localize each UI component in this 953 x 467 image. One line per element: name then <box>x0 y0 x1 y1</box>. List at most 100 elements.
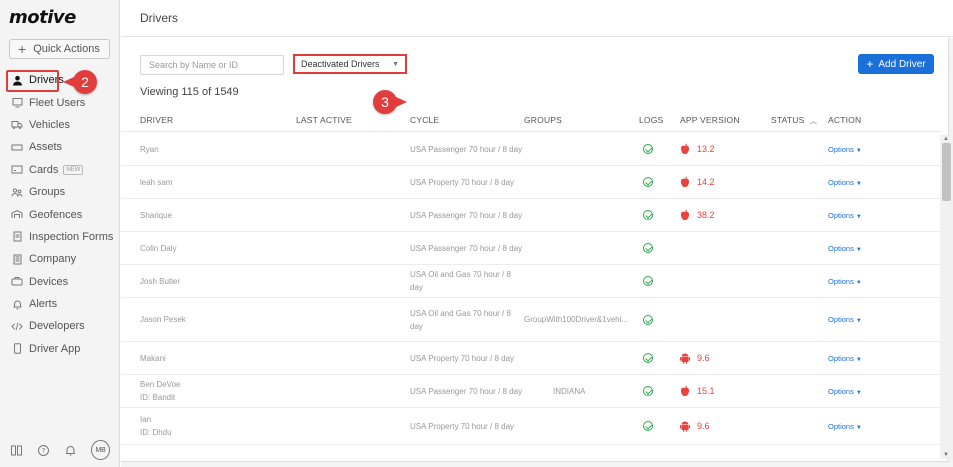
cycle-cell: USA Passenger 70 hour / 8 day <box>410 199 522 231</box>
driver-name[interactable]: Makani <box>140 354 166 363</box>
driver-name[interactable]: leah sam <box>140 178 172 187</box>
driver-name[interactable]: Colin Daly <box>140 244 176 253</box>
logs-cell <box>643 199 653 231</box>
driver-name[interactable]: Jason Pesek <box>140 315 186 324</box>
sidebar-item-geofences[interactable]: Geofences <box>0 203 120 225</box>
chevron-up-icon: ︿ <box>810 118 818 125</box>
column-logs[interactable]: LOGS <box>639 115 663 125</box>
options-dropdown[interactable]: Options ▼ <box>828 178 862 187</box>
options-label: Options <box>828 243 854 253</box>
table-row[interactable]: Ben DeVoe ID: Bandit USA Passenger 70 hour… <box>121 375 941 408</box>
column-last-active[interactable]: LAST ACTIVE <box>296 115 352 125</box>
sidebar-item-label: Inspection Forms <box>29 230 114 243</box>
table-body: Ryan USA Passenger 70 hour / 8 day 13.2 Opt… <box>121 133 941 445</box>
sidebar-item-developers[interactable]: Developers <box>0 315 120 337</box>
driver-name[interactable]: Ryan <box>140 145 159 154</box>
app-version-text: 38.2 <box>697 210 715 220</box>
table-row[interactable]: Makani USA Property 70 hour / 8 day 9.6 Opt… <box>121 342 941 375</box>
sidebar-item-inspection-forms[interactable]: Inspection Forms <box>0 226 120 248</box>
sidebar-item-alerts[interactable]: Alerts <box>0 293 120 315</box>
cycle-cell: USA Property 70 hour / 8 day <box>410 166 514 198</box>
table-row[interactable]: Ryan USA Passenger 70 hour / 8 day 13.2 Opt… <box>121 133 941 166</box>
app-version-text: 9.6 <box>697 421 710 431</box>
column-groups[interactable]: GROUPS <box>524 115 562 125</box>
sidebar-item-cards[interactable]: Cards NEW <box>0 159 120 181</box>
sidebar-item-company[interactable]: Company <box>0 248 120 270</box>
sidebar-item-label: Devices <box>29 275 69 288</box>
sidebar-item-groups[interactable]: Groups <box>0 181 120 203</box>
avatar-initials: MB <box>95 446 106 454</box>
caret-down-icon: ▼ <box>855 213 862 220</box>
check-circle-icon <box>643 421 653 431</box>
check-circle-icon <box>643 210 653 220</box>
sidebar-item-devices[interactable]: Devices <box>0 271 120 293</box>
column-driver[interactable]: DRIVER <box>140 115 173 125</box>
table-row[interactable]: Colin Daly USA Passenger 70 hour / 8 day O… <box>121 232 941 265</box>
table-row[interactable]: Sharique USA Passenger 70 hour / 8 day 38.… <box>121 199 941 232</box>
action-cell: Options ▼ <box>828 199 862 231</box>
motive-logo[interactable]: motive <box>9 7 76 28</box>
sidebar-item-label: Cards <box>29 163 59 176</box>
scroll-down-icon[interactable]: ▼ <box>943 452 949 458</box>
notifications-bell-icon[interactable] <box>64 443 77 457</box>
options-label: Options <box>828 276 854 286</box>
new-badge: NEW <box>63 164 84 175</box>
add-driver-button[interactable]: + Add Driver <box>858 54 934 74</box>
driver-cell: Colin Daly <box>140 232 176 264</box>
app-version-text: 13.2 <box>697 144 715 154</box>
app-version-cell: 9.6 <box>680 408 710 444</box>
card-icon <box>11 164 23 176</box>
code-icon <box>11 320 23 332</box>
options-dropdown[interactable]: Options ▼ <box>828 145 862 154</box>
column-app-version[interactable]: APP VERSION <box>680 115 740 125</box>
options-dropdown[interactable]: Options ▼ <box>828 211 862 220</box>
options-dropdown[interactable]: Options ▼ <box>828 277 862 286</box>
cycle-text-cont: day <box>410 283 423 292</box>
android-icon <box>680 420 690 432</box>
table-row[interactable]: leah sam USA Property 70 hour / 8 day 14.2… <box>121 166 941 199</box>
driver-name[interactable]: Ian <box>140 413 151 426</box>
logo-text: motive <box>9 7 76 28</box>
column-cycle[interactable]: CYCLE <box>410 115 439 125</box>
groups-cell: INDIANA <box>553 375 585 407</box>
cycle-cell: USA Passenger 70 hour / 8 day <box>410 232 522 264</box>
cycle-text: USA Property 70 hour / 8 day <box>410 353 515 363</box>
app-version-cell: 13.2 <box>680 133 715 165</box>
table-row[interactable]: Ian ID: Dhdu USA Property 70 hour / 8 day 9… <box>121 408 941 445</box>
sidebar-item-vehicles[interactable]: Vehicles <box>0 114 120 136</box>
table-row[interactable]: Josh Butler USA Oil and Gas 70 hour / 8 da… <box>121 265 941 298</box>
driver-name[interactable]: Ben DeVoe <box>140 378 180 391</box>
sidebar-item-driver-app[interactable]: Driver App <box>0 338 120 360</box>
sidebar-item-fleet-users[interactable]: Fleet Users <box>0 91 120 113</box>
android-icon <box>680 352 690 364</box>
column-status[interactable]: STATUS ︿ <box>771 115 817 126</box>
sidebar-item-assets[interactable]: Assets <box>0 136 120 158</box>
check-circle-icon <box>643 144 653 154</box>
driver-name[interactable]: Sharique <box>140 211 172 220</box>
quick-actions-button[interactable]: + Quick Actions <box>9 39 110 59</box>
form-icon <box>11 231 23 243</box>
cycle-cell: USA Oil and Gas 70 hour / 8 day <box>410 265 511 297</box>
avatar[interactable]: MB <box>91 440 110 460</box>
svg-text:?: ? <box>42 447 46 455</box>
book-icon[interactable] <box>10 443 23 457</box>
options-dropdown[interactable]: Options ▼ <box>828 422 862 431</box>
column-action[interactable]: ACTION <box>828 115 861 125</box>
action-cell: Options ▼ <box>828 298 862 341</box>
table-row[interactable]: Jason Pesek USA Oil and Gas 70 hour / 8 da… <box>121 298 941 342</box>
scrollbar-thumb[interactable] <box>942 143 951 201</box>
driver-name[interactable]: Josh Butler <box>140 277 180 286</box>
options-dropdown[interactable]: Options ▼ <box>828 315 862 324</box>
logs-cell <box>643 342 653 374</box>
options-dropdown[interactable]: Options ▼ <box>828 387 862 396</box>
options-dropdown[interactable]: Options ▼ <box>828 244 862 253</box>
driver-status-select[interactable]: Deactivated Drivers ▼ <box>293 54 407 74</box>
app-version-text: 14.2 <box>697 177 715 187</box>
drivers-card: Search by Name or ID Deactivated Drivers… <box>121 38 949 462</box>
table-scrollbar[interactable]: ▲ ▼ <box>940 135 953 459</box>
main-content: Search by Name or ID Deactivated Drivers… <box>121 38 953 467</box>
help-icon[interactable]: ? <box>37 443 50 457</box>
options-dropdown[interactable]: Options ▼ <box>828 354 862 363</box>
search-input[interactable]: Search by Name or ID <box>140 55 284 75</box>
scroll-up-icon[interactable]: ▲ <box>943 136 949 142</box>
